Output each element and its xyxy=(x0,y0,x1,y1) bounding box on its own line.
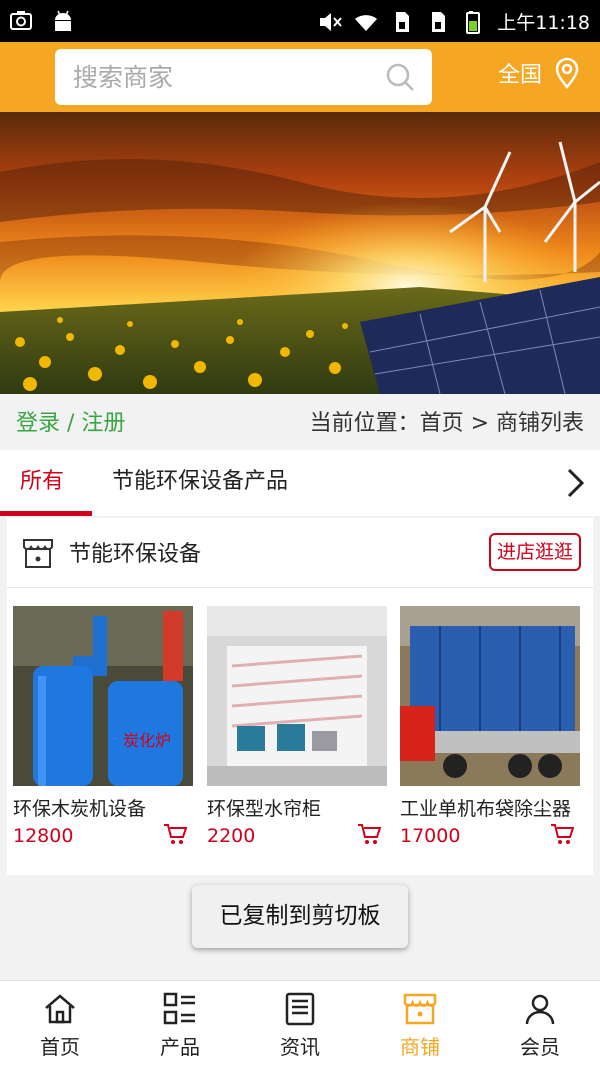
nav-member[interactable]: 会员 xyxy=(480,981,600,1067)
search-icon[interactable] xyxy=(384,61,416,93)
login-register-link[interactable]: 登录 / 注册 xyxy=(16,405,125,437)
nav-label: 产品 xyxy=(160,1035,200,1059)
product-card[interactable]: 环保型水帘柜 2200 xyxy=(207,606,387,847)
tab-energy-saving-products[interactable]: 节能环保设备产品 xyxy=(112,450,288,516)
product-name: 环保木炭机设备 xyxy=(13,798,147,820)
product-image[interactable]: 炭化炉 xyxy=(13,606,193,786)
nav-label: 首页 xyxy=(40,1035,80,1059)
screenshot-icon xyxy=(8,8,34,34)
wifi-icon xyxy=(353,9,379,35)
cart-icon[interactable] xyxy=(163,823,187,845)
breadcrumb-bar: 登录 / 注册 当前位置：首页 > 商铺列表 xyxy=(0,394,600,448)
svg-text:炭化炉: 炭化炉 xyxy=(123,731,171,750)
nav-label: 资讯 xyxy=(280,1035,320,1059)
product-name: 环保型水帘柜 xyxy=(207,798,322,820)
shop-card: 节能环保设备 进店逛逛 炭化炉 环保木炭机设备 12800 环保型水帘柜 220… xyxy=(7,518,593,875)
nav-label: 商铺 xyxy=(400,1035,440,1059)
shop-icon xyxy=(403,993,437,1025)
sim-card-icon xyxy=(425,9,451,35)
sim-card-icon xyxy=(389,9,415,35)
home-icon xyxy=(45,994,75,1024)
search-box[interactable] xyxy=(55,49,432,105)
android-icon xyxy=(50,8,76,34)
grid-list-icon xyxy=(163,992,195,1025)
search-input[interactable] xyxy=(73,62,373,92)
product-card[interactable]: 炭化炉 环保木炭机设备 12800 xyxy=(13,606,193,847)
nav-shops[interactable]: 商铺 xyxy=(360,981,480,1067)
product-card[interactable]: 工业单机布袋除尘器 17000 xyxy=(400,606,580,847)
tab-all[interactable]: 所有 xyxy=(20,450,64,516)
storefront-icon xyxy=(23,539,53,568)
user-icon xyxy=(525,994,555,1025)
nav-products[interactable]: 产品 xyxy=(120,981,240,1067)
product-image[interactable] xyxy=(400,606,580,786)
cart-icon[interactable] xyxy=(550,823,574,845)
clock: 上午11:18 xyxy=(497,12,590,34)
visit-shop-button[interactable]: 进店逛逛 xyxy=(488,533,581,571)
location-pin-icon xyxy=(555,57,579,89)
bottom-navigation: 首页 产品 资讯 商铺 会员 xyxy=(0,980,600,1067)
nav-home[interactable]: 首页 xyxy=(0,981,120,1067)
banner-image[interactable] xyxy=(0,112,600,394)
shop-name: 节能环保设备 xyxy=(69,542,202,567)
top-header: 全国 xyxy=(0,42,600,112)
copied-toast: 已复制到剪切板 xyxy=(192,885,408,948)
product-name: 工业单机布袋除尘器 xyxy=(400,798,572,820)
region-selector[interactable]: 全国 xyxy=(498,56,584,90)
mute-icon xyxy=(317,9,343,35)
nav-news[interactable]: 资讯 xyxy=(240,981,360,1067)
status-bar: 上午11:18 xyxy=(0,0,600,42)
category-tabs: 所有 节能环保设备产品 xyxy=(0,450,600,516)
battery-icon xyxy=(461,9,487,35)
active-tab-indicator xyxy=(0,511,92,516)
chevron-right-icon[interactable] xyxy=(560,466,590,500)
news-icon xyxy=(285,992,315,1026)
sunset-solar-wind-illustration xyxy=(0,112,600,394)
breadcrumb: 当前位置：首页 > 商铺列表 xyxy=(309,411,584,436)
shop-card-header: 节能环保设备 进店逛逛 xyxy=(7,518,593,588)
cart-icon[interactable] xyxy=(357,823,381,845)
product-image[interactable] xyxy=(207,606,387,786)
region-label: 全国 xyxy=(497,63,542,88)
nav-label: 会员 xyxy=(520,1035,560,1059)
